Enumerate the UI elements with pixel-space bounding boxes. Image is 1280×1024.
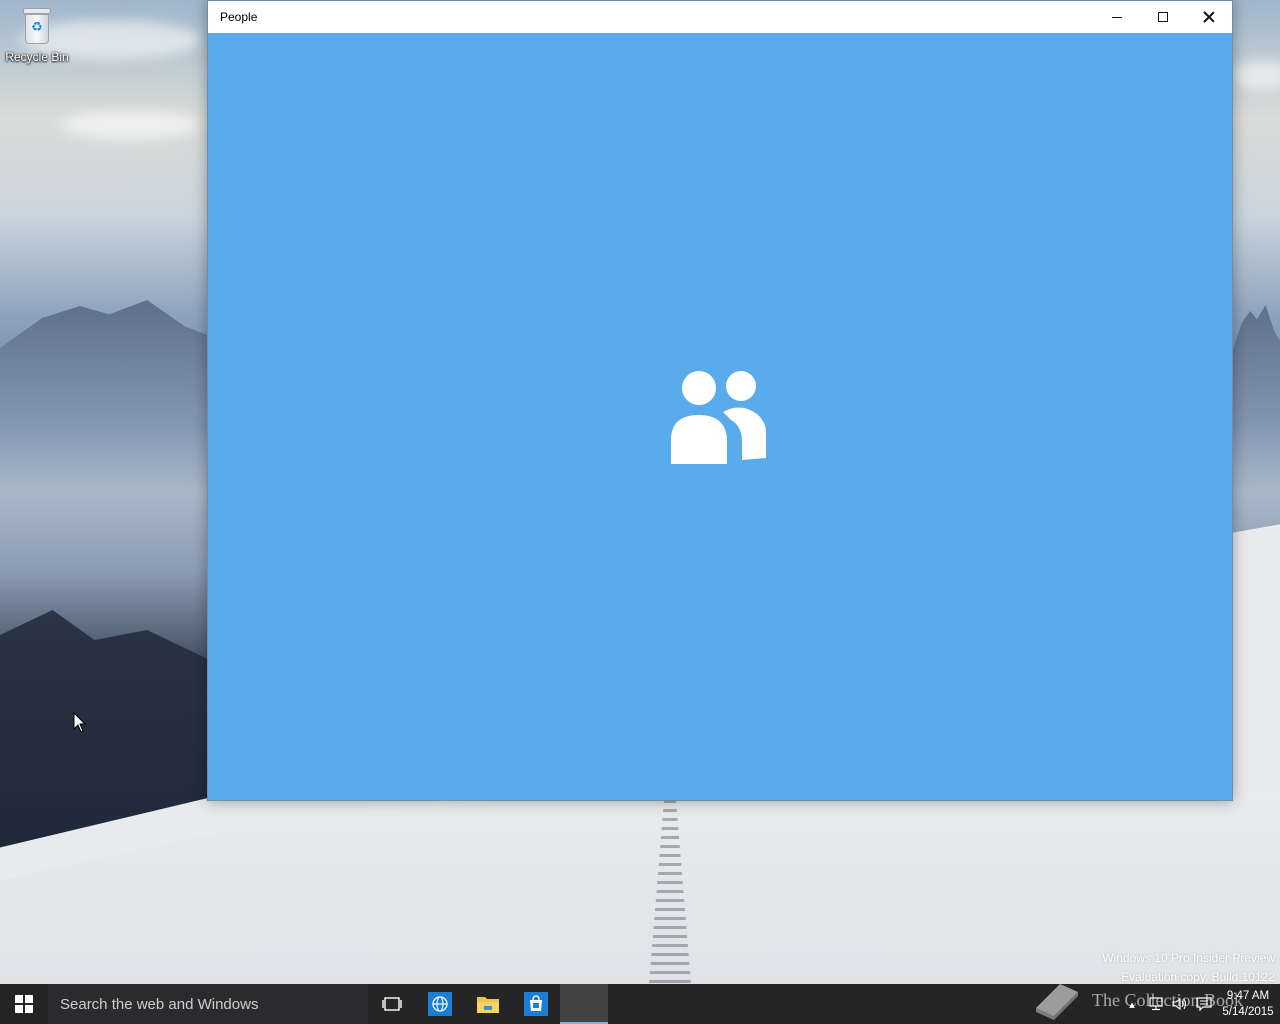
cloud [1232,60,1280,90]
snow-field [0,790,1280,984]
brand-text: The Collection Book [1092,989,1243,1010]
taskbar-app-people[interactable] [560,984,608,1024]
cloud [60,110,200,140]
desktop-icon-recycle-bin[interactable]: ♻ Recycle Bin [2,6,72,76]
minimize-icon [1112,16,1122,18]
window-controls [1094,1,1232,33]
book-icon [1036,984,1078,1020]
close-icon [1203,11,1215,23]
brand-overlay: The Collection Book [1030,976,1243,1024]
desktop-icon-label: Recycle Bin [5,50,69,64]
recycle-bin-icon: ♻ [21,6,53,46]
window-title: People [220,10,258,24]
people-icon [669,369,766,466]
splash-screen [208,33,1232,801]
minimize-button[interactable] [1094,1,1140,33]
search-placeholder: Search the web and Windows [60,995,259,1013]
folder-icon [477,997,499,1013]
mountain-left [0,300,210,420]
close-button[interactable] [1186,1,1232,33]
taskbar-app-store[interactable] [512,984,560,1024]
maximize-button[interactable] [1140,1,1186,33]
mouse-cursor-icon [73,712,87,733]
task-view-button[interactable] [368,984,416,1024]
watermark-edition: Windows 10 Pro Insider Preview [1102,951,1275,965]
globe-icon [428,992,452,1016]
search-input[interactable]: Search the web and Windows [48,984,368,1024]
taskbar-app-internet-explorer[interactable] [416,984,464,1024]
mountain-right [1232,305,1280,425]
taskbar-app-file-explorer[interactable] [464,984,512,1024]
maximize-icon [1158,12,1168,22]
windows-logo-icon [15,995,33,1013]
task-view-icon [382,997,402,1011]
window-titlebar[interactable]: People [208,1,1232,33]
store-icon [524,992,548,1016]
people-app-window[interactable]: People [207,0,1233,801]
start-button[interactable] [0,984,48,1024]
forest [0,610,210,848]
